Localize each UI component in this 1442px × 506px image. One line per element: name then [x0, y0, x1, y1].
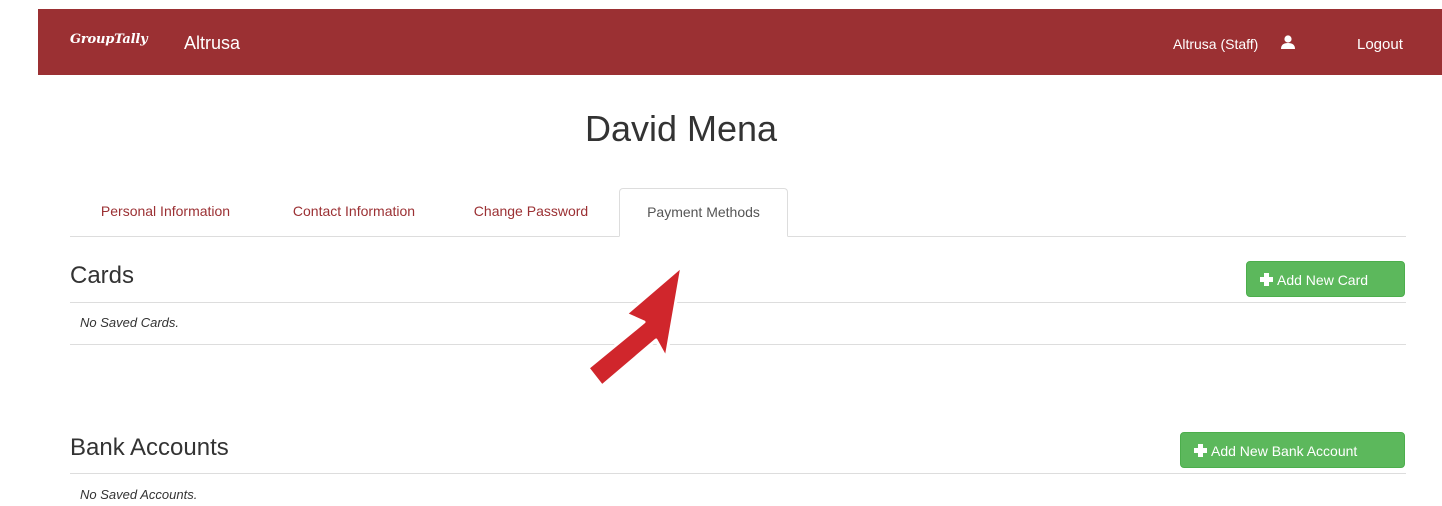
- tab-personal-information[interactable]: Personal Information: [70, 188, 261, 235]
- page-title: David Mena: [584, 108, 778, 149]
- cards-empty-text: No Saved Cards.: [80, 315, 179, 330]
- add-new-card-button[interactable]: Add New Card: [1246, 261, 1405, 297]
- add-new-bank-account-label: Add New Bank Account: [1211, 443, 1358, 459]
- logout-link[interactable]: Logout: [1357, 36, 1403, 53]
- profile-tabs: Personal Information Contact Information…: [70, 188, 1406, 237]
- top-strip: [0, 0, 1442, 9]
- tab-contact-information[interactable]: Contact Information: [266, 188, 442, 235]
- org-name-link[interactable]: Altrusa: [184, 33, 240, 54]
- user-menu-label[interactable]: Altrusa (Staff): [1173, 36, 1258, 52]
- cards-heading: Cards: [70, 262, 135, 289]
- top-navbar: GroupTally Altrusa Altrusa (Staff) Logou…: [38, 9, 1442, 75]
- cards-divider-top: [70, 302, 1406, 303]
- annotation-arrow-icon: [586, 264, 684, 388]
- bank-accounts-empty-text: No Saved Accounts.: [80, 487, 198, 502]
- plus-icon: [1194, 444, 1207, 457]
- add-new-bank-account-button[interactable]: Add New Bank Account: [1180, 432, 1405, 468]
- add-new-card-label: Add New Card: [1277, 272, 1369, 288]
- plus-icon: [1260, 273, 1273, 286]
- cards-divider-bottom: [70, 344, 1406, 345]
- brand-logo[interactable]: GroupTally: [70, 32, 148, 47]
- bank-accounts-heading: Bank Accounts: [70, 434, 229, 461]
- bank-accounts-divider: [70, 473, 1406, 474]
- tab-change-password[interactable]: Change Password: [446, 188, 616, 235]
- user-icon[interactable]: [1281, 35, 1295, 49]
- tab-payment-methods[interactable]: Payment Methods: [619, 188, 788, 237]
